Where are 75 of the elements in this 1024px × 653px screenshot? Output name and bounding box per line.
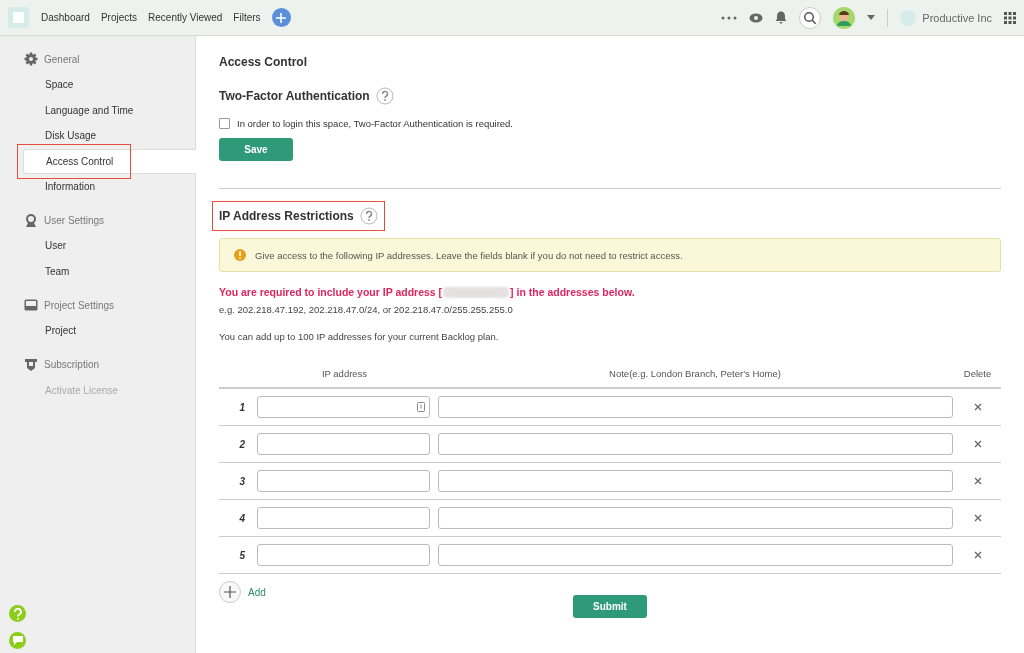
add-link[interactable]: Add	[248, 586, 266, 598]
column-header: IP address	[320, 368, 369, 379]
checkbox-label: In order to login this space, Two-Factor Authentication is required.	[237, 118, 513, 129]
search-button[interactable]	[799, 6, 822, 29]
note-field[interactable]	[437, 470, 953, 492]
delete-icon[interactable]	[973, 440, 982, 448]
delete-icon[interactable]	[973, 514, 982, 522]
certificate-icon	[24, 357, 38, 372]
row-number: 4	[238, 512, 246, 524]
organization-logo-icon	[900, 9, 917, 26]
exclamation-icon	[234, 249, 246, 261]
add-row-button[interactable]	[219, 581, 241, 603]
tray-icon	[24, 299, 38, 311]
add-button[interactable]	[271, 8, 291, 27]
autofill-icon[interactable]	[417, 402, 425, 412]
checkbox[interactable]	[219, 118, 230, 129]
nav-link[interactable]: Projects	[100, 12, 138, 23]
sidebar-section-title: General	[44, 53, 80, 65]
question-icon	[12, 607, 23, 620]
search-icon	[803, 10, 818, 25]
sidebar-section-title: User Settings	[44, 214, 105, 226]
nav-link[interactable]: Recently Viewed	[148, 12, 223, 23]
sidebar-section-title: Subscription	[44, 359, 100, 370]
sidebar-item[interactable]: Information	[23, 180, 96, 192]
help-button[interactable]	[9, 605, 26, 622]
ip-address-field[interactable]	[257, 470, 430, 492]
blurred-ip-address	[443, 286, 510, 298]
limit-text: You can add up to 100 IP addresses for your current Backlog plan.	[219, 331, 500, 342]
warning-text: ] in the addresses below.	[510, 286, 635, 298]
apps-grid-icon[interactable]	[1004, 11, 1016, 24]
row-number: 5	[238, 549, 246, 561]
nav-link[interactable]: Dashboard	[41, 12, 90, 23]
organization-name[interactable]: Productive Inc	[922, 11, 992, 24]
delete-icon[interactable]	[973, 403, 982, 411]
note-field[interactable]	[437, 507, 953, 529]
sidebar-item[interactable]: Disk Usage	[23, 130, 97, 142]
alert-text: Give access to the following IP addresses. Leave the fields blank if you do not need to restrict access.	[255, 249, 683, 261]
more-icon[interactable]	[721, 15, 738, 20]
row-number: 1	[238, 401, 246, 413]
ip-address-field[interactable]	[257, 507, 430, 529]
row-number: 3	[238, 475, 246, 487]
warning-text: You are required to include your IP address [	[219, 286, 443, 298]
nav-link[interactable]: Filters	[233, 12, 261, 23]
section-heading: IP Address Restrictions	[219, 209, 354, 223]
sidebar-section-title: Project Settings	[44, 299, 115, 311]
sidebar-item[interactable]: Language and Time	[23, 104, 134, 116]
gear-icon	[24, 52, 38, 66]
sidebar-item[interactable]: Space	[23, 79, 74, 91]
ip-address-field[interactable]	[257, 396, 430, 418]
bell-icon[interactable]	[775, 11, 788, 24]
chat-bubble-icon	[12, 636, 23, 645]
example-text: e.g. 202.218.47.192, 202.218.47.0/24, or 202.218.47.0/255.255.255.0	[219, 304, 514, 315]
page-title: Access Control	[219, 55, 309, 69]
plus-icon	[224, 586, 236, 598]
column-header: Note(e.g. London Branch, Peter's Home)	[608, 368, 782, 379]
sidebar-item[interactable]: Team	[23, 265, 70, 277]
row-number: 2	[238, 438, 246, 450]
delete-icon[interactable]	[973, 551, 982, 559]
sidebar-item[interactable]: User	[23, 240, 67, 252]
eye-icon[interactable]	[749, 12, 764, 23]
delete-icon[interactable]	[973, 477, 982, 485]
note-field[interactable]	[437, 433, 953, 455]
help-icon[interactable]	[375, 87, 394, 105]
ip-address-field[interactable]	[257, 433, 430, 455]
section-heading: Two-Factor Authentication	[219, 89, 370, 103]
user-icon	[24, 213, 38, 227]
column-header: Delete	[962, 368, 993, 379]
help-icon[interactable]	[359, 207, 378, 225]
avatar-icon[interactable]	[833, 6, 856, 29]
caret-icon[interactable]	[867, 15, 876, 20]
chat-button[interactable]	[9, 632, 26, 649]
ip-address-field[interactable]	[257, 544, 430, 566]
sidebar-item[interactable]: Project	[23, 325, 77, 337]
note-field[interactable]	[437, 396, 953, 418]
note-field[interactable]	[437, 544, 953, 566]
